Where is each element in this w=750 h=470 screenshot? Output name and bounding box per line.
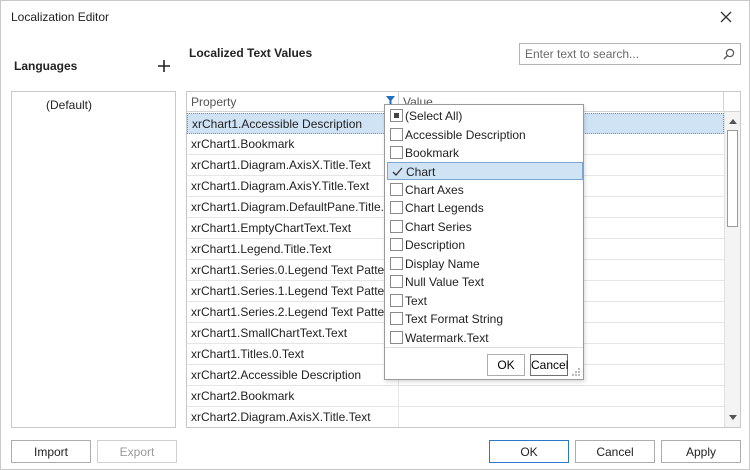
titlebar: Localization Editor [1,1,749,33]
filter-item-chart-legends[interactable]: Chart Legends [387,199,583,217]
apply-button[interactable]: Apply [661,440,741,463]
languages-list[interactable]: (Default) [11,91,176,428]
filter-item-label: Null Value Text [405,275,484,289]
checkbox[interactable] [390,201,403,214]
filter-item-label: Bookmark [405,146,460,160]
cancel-button[interactable]: Cancel [575,440,655,463]
checkbox[interactable] [390,293,403,307]
ok-button[interactable]: OK [489,440,569,463]
filter-item-label: Text [405,293,428,308]
checkbox[interactable] [390,312,403,325]
property-cell[interactable]: xrChart1.SmallChartText.Text [187,323,399,343]
table-row[interactable]: xrChart2.Bookmark [187,386,724,407]
property-cell[interactable]: xrChart1.Accessible Description [188,114,400,134]
filter-item-accessible-description[interactable]: Accessible Description [387,126,583,144]
property-cell[interactable]: xrChart1.Titles.0.Text [187,344,399,364]
column-header-property[interactable]: Property [187,92,399,112]
property-cell[interactable]: xrChart1.Series.1.Legend Text Pattern [187,281,399,301]
checkbox[interactable] [390,238,403,251]
checkbox[interactable] [390,256,403,270]
property-cell[interactable]: xrChart1.EmptyChartText.Text [187,218,399,238]
checkbox[interactable] [390,146,403,159]
filter-item-label: Chart Legends [405,201,484,215]
filter-item-label: Chart Axes [405,182,464,197]
checkbox[interactable] [390,330,403,344]
filter-item-chart-axes[interactable]: Chart Axes [387,181,583,199]
filter-dropdown-footer: OK Cancel [385,347,583,379]
add-language-button[interactable] [155,57,173,75]
filter-item-label: Text Format String [405,312,504,326]
search-box[interactable] [519,43,741,65]
value-cell[interactable] [399,386,724,406]
arrow-up-icon [729,119,737,124]
checkbox[interactable] [390,182,403,196]
filter-item-label: Display Name [405,256,480,271]
languages-label: Languages [14,59,78,73]
checkbox[interactable] [390,127,403,141]
scroll-thumb[interactable] [727,130,738,227]
window-title: Localization Editor [11,10,110,24]
column-header-property-label: Property [191,95,237,109]
filter-item-null-value-text[interactable]: Null Value Text [387,273,583,291]
import-button[interactable]: Import [11,440,91,463]
filter-item-text[interactable]: Text [387,292,583,310]
property-cell[interactable]: xrChart1.Bookmark [187,134,399,154]
table-row[interactable]: xrChart2.Diagram.AxisX.Title.Text [187,407,724,427]
filter-item-select-all[interactable]: (Select All) [387,107,583,125]
filter-ok-button[interactable]: OK [487,354,525,376]
scroll-down-button[interactable] [726,411,740,425]
filter-item-label: Chart [406,165,436,179]
filter-item-chart[interactable]: Chart [387,162,583,180]
filter-item-label: (Select All) [405,109,463,123]
value-cell[interactable] [399,407,724,427]
checkbox-checked[interactable] [391,165,404,178]
property-cell[interactable]: xrChart1.Diagram.DefaultPane.Title.Text [187,197,399,217]
checkbox-indeterminate[interactable] [390,109,403,122]
checkbox[interactable] [390,275,403,288]
plus-icon [158,60,170,72]
property-cell[interactable]: xrChart1.Series.2.Legend Text Pattern [187,302,399,322]
property-cell[interactable]: xrChart1.Diagram.AxisX.Title.Text [187,155,399,175]
arrow-down-icon [729,415,737,420]
filter-item-label: Chart Series [405,219,472,234]
export-button[interactable]: Export [97,440,177,463]
property-cell[interactable]: xrChart2.Diagram.AxisX.Title.Text [187,407,399,427]
filter-item-label: Accessible Description [405,127,526,142]
filter-item-label: Description [405,238,466,252]
property-cell[interactable]: xrChart1.Diagram.AxisY.Title.Text [187,176,399,196]
filter-item-watermark-text[interactable]: Watermark.Text [387,329,583,347]
filter-cancel-button[interactable]: Cancel [530,354,568,376]
filter-item-text-format-string[interactable]: Text Format String [387,310,583,328]
localization-editor-window: Localization Editor Languages (Default) … [0,0,750,470]
filter-item-chart-series[interactable]: Chart Series [387,218,583,236]
filter-item-description[interactable]: Description [387,236,583,254]
property-cell[interactable]: xrChart2.Accessible Description [187,365,399,385]
localized-text-values-title: Localized Text Values [189,46,313,60]
filter-item-display-name[interactable]: Display Name [387,255,583,273]
search-icon[interactable] [723,48,735,60]
property-filter-dropdown: (Select All) Accessible Description Book… [384,104,584,380]
filter-item-bookmark[interactable]: Bookmark [387,144,583,162]
filter-item-label: Watermark.Text [405,330,489,345]
property-cell[interactable]: xrChart2.Bookmark [187,386,399,406]
resize-grip-icon[interactable] [571,367,581,377]
close-icon [720,11,732,23]
property-cell[interactable]: xrChart1.Legend.Title.Text [187,239,399,259]
property-cell[interactable]: xrChart1.Series.0.Legend Text Pattern [187,260,399,280]
language-item-default[interactable]: (Default) [13,94,174,116]
close-button[interactable] [711,4,741,30]
vertical-scrollbar[interactable] [724,112,740,427]
checkmark-icon [392,167,403,176]
checkbox[interactable] [390,219,403,233]
search-input[interactable] [520,44,720,64]
scroll-up-button[interactable] [726,114,740,128]
